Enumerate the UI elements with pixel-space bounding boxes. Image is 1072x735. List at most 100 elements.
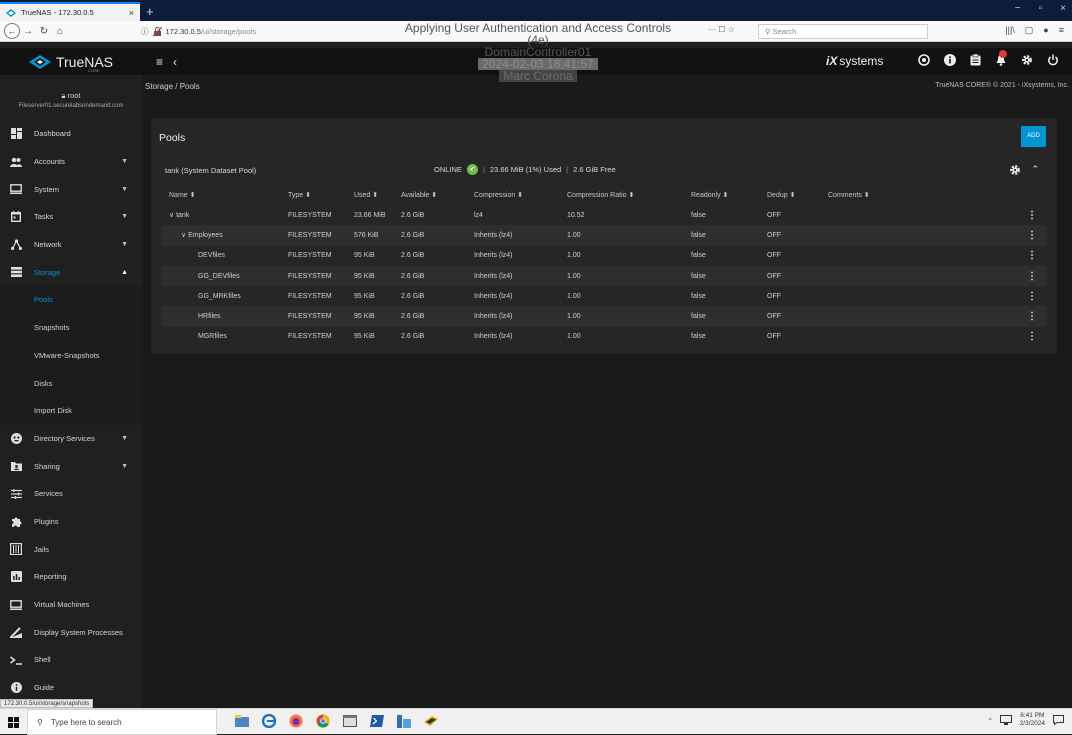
more-options-icon[interactable]: ⋮ bbox=[1027, 230, 1037, 241]
sidebar-item-display-system-processes[interactable]: Display System Processes bbox=[0, 618, 142, 646]
sidebar-subitem-import-disk[interactable]: Import Disk bbox=[0, 396, 142, 425]
sidebar-item-sharing[interactable]: Sharing ▼ bbox=[0, 452, 142, 480]
sidebar-item-label: Services bbox=[34, 489, 63, 499]
column-header-compression[interactable]: Compression ⬍ bbox=[474, 191, 567, 199]
more-options-icon[interactable]: ⋮ bbox=[1027, 271, 1037, 282]
browser-tab[interactable]: TrueNAS - 172.30.0.5 × bbox=[0, 2, 140, 21]
sidebar-item-reporting[interactable]: Reporting bbox=[0, 563, 142, 591]
truecommand-icon[interactable] bbox=[918, 54, 930, 66]
pool-settings-gear-icon[interactable] bbox=[1009, 164, 1021, 176]
info-icon[interactable]: ⓘ bbox=[141, 26, 149, 37]
close-tab-icon[interactable]: × bbox=[129, 8, 134, 18]
table-row[interactable]: GG_DEVfiles FILESYSTEM 95 KiB 2.6 GiB Inheri… bbox=[161, 265, 1047, 287]
collapse-sidebar-icon[interactable]: ‹ bbox=[173, 55, 177, 69]
more-options-icon[interactable]: ⋮ bbox=[1027, 311, 1037, 322]
column-header-type[interactable]: Type ⬍ bbox=[288, 191, 354, 199]
collapse-pool-chevron-up-icon[interactable]: ⌃ bbox=[1031, 164, 1039, 176]
dataset-dedup: OFF bbox=[767, 333, 781, 341]
menu-icon[interactable]: ≡ bbox=[156, 55, 163, 69]
settings-gear-icon[interactable] bbox=[1021, 54, 1033, 66]
lock-icon: 🔒︎ bbox=[61, 91, 66, 100]
sidebar-item-plugins[interactable]: Plugins bbox=[0, 508, 142, 536]
table-row[interactable]: ∨ tank FILESYSTEM 23.66 MiB 2.6 GiB lz4 10.52… bbox=[161, 205, 1047, 225]
sidebar-toggle-icon[interactable]: ▢ bbox=[1025, 25, 1034, 36]
network-tray-icon[interactable] bbox=[999, 715, 1012, 725]
extension-icon[interactable]: ● bbox=[1043, 25, 1048, 36]
more-options-icon[interactable]: ⋮ bbox=[1027, 250, 1037, 261]
more-options-icon[interactable]: ⋮ bbox=[1027, 210, 1037, 221]
more-options-icon[interactable]: ⋮ bbox=[1027, 291, 1037, 302]
column-header-dedup[interactable]: Dedup ⬍ bbox=[767, 191, 828, 199]
breadcrumb[interactable]: Storage / Pools bbox=[145, 82, 200, 91]
logo-subtext: CORE bbox=[88, 68, 100, 73]
forward-button[interactable]: → bbox=[20, 26, 36, 37]
sidebar-subitem-snapshots[interactable]: Snapshots bbox=[0, 313, 142, 342]
taskbar-clock[interactable]: 6:41 PM 2/3/2024 bbox=[1020, 712, 1045, 728]
column-header-compression-ratio[interactable]: Compression Ratio ⬍ bbox=[567, 191, 691, 199]
taskbar-search-input[interactable]: ⚲ Type here to search bbox=[27, 709, 217, 735]
sidebar-item-jails[interactable]: Jails bbox=[0, 535, 142, 563]
back-button[interactable]: ← bbox=[4, 23, 20, 39]
table-row[interactable]: GG_MRKfiles FILESYSTEM 95 KiB 2.6 GiB Inheri… bbox=[161, 286, 1047, 306]
ixsystems-logo[interactable]: iX systems bbox=[826, 54, 883, 68]
more-options-icon[interactable]: ⋮ bbox=[1027, 331, 1037, 342]
dataset-name: DEVfiles bbox=[198, 252, 225, 260]
notification-center-icon[interactable] bbox=[1053, 715, 1064, 725]
sidebar-item-accounts[interactable]: Accounts ▼ bbox=[0, 148, 142, 176]
column-header-name[interactable]: Name ⬍ bbox=[161, 191, 288, 199]
close-window-button[interactable]: × bbox=[1060, 3, 1066, 14]
browser-menu-icon[interactable]: ≡ bbox=[1059, 25, 1064, 36]
windows-start-button[interactable] bbox=[0, 709, 27, 735]
add-pool-button[interactable]: ADD bbox=[1021, 126, 1046, 147]
library-icon[interactable]: |||\ bbox=[1005, 25, 1015, 36]
file-explorer-icon[interactable] bbox=[234, 713, 249, 729]
home-button[interactable]: ⌂ bbox=[52, 26, 68, 37]
maximize-button[interactable]: ▫ bbox=[1039, 3, 1043, 14]
notifications-bell-icon[interactable] bbox=[995, 50, 1007, 66]
column-header-comments[interactable]: Comments ⬍ bbox=[828, 191, 948, 199]
firefox-icon[interactable] bbox=[288, 713, 303, 729]
sidebar-item-services[interactable]: Services bbox=[0, 480, 142, 508]
network-icon bbox=[10, 239, 22, 251]
sidebar-item-virtual-machines[interactable]: Virtual Machines bbox=[0, 591, 142, 619]
powershell-icon[interactable] bbox=[369, 713, 384, 729]
sidebar-subitem-pools[interactable]: Pools bbox=[0, 286, 142, 314]
sidebar-item-guide[interactable]: Guide bbox=[0, 674, 142, 702]
truenas-logo[interactable]: TrueNAS CORE bbox=[0, 48, 142, 75]
url-tools[interactable]: ··· ☐ ☆ bbox=[708, 25, 735, 34]
dataset-used: 95 KiB bbox=[354, 252, 375, 260]
truenas-favicon-icon bbox=[6, 8, 16, 17]
sidebar-subitem-disks[interactable]: Disks bbox=[0, 369, 142, 397]
table-row[interactable]: HRfiles FILESYSTEM 95 KiB 2.6 GiB Inherits (… bbox=[161, 306, 1047, 327]
sidebar-item-shell[interactable]: Shell bbox=[0, 646, 142, 674]
column-header-readonly[interactable]: Readonly ⬍ bbox=[691, 191, 767, 199]
info-icon[interactable] bbox=[944, 54, 956, 66]
table-row[interactable]: ∨ Employees FILESYSTEM 576 KiB 2.6 GiB Inher… bbox=[161, 225, 1047, 246]
insecure-lock-icon[interactable] bbox=[152, 27, 162, 36]
pool-name: tank (System Dataset Pool) bbox=[165, 166, 257, 175]
sidebar-item-storage[interactable]: Storage ▲ bbox=[0, 258, 142, 286]
terminal-icon[interactable] bbox=[342, 713, 357, 729]
sidebar-item-network[interactable]: Network ▼ bbox=[0, 231, 142, 259]
url-bar[interactable]: ⓘ 172.30.0.5/ui/storage/pools bbox=[141, 24, 686, 39]
edge-browser-icon[interactable] bbox=[261, 713, 276, 729]
power-icon[interactable] bbox=[1047, 54, 1059, 66]
task-manager-icon[interactable] bbox=[970, 54, 981, 66]
minimize-button[interactable]: − bbox=[1015, 3, 1021, 14]
server-manager-icon[interactable] bbox=[396, 713, 411, 729]
sidebar-subitem-vmware-snapshots[interactable]: VMware-Snapshots bbox=[0, 341, 142, 370]
network-tool-icon[interactable] bbox=[423, 713, 438, 729]
column-header-used[interactable]: Used ⬍ bbox=[354, 191, 401, 199]
tray-chevron-up-icon[interactable]: ^ bbox=[989, 717, 992, 724]
sidebar-item-directory-services[interactable]: Directory Services ▼ bbox=[0, 425, 142, 453]
sidebar-item-tasks[interactable]: Tasks ▼ bbox=[0, 203, 142, 231]
table-row[interactable]: DEVfiles FILESYSTEM 95 KiB 2.6 GiB Inherits … bbox=[161, 246, 1047, 266]
chrome-icon[interactable] bbox=[315, 713, 330, 729]
new-tab-button[interactable]: + bbox=[140, 2, 160, 21]
table-row[interactable]: MGRfiles FILESYSTEM 95 KiB 2.6 GiB Inherits … bbox=[161, 327, 1047, 347]
sidebar-item-system[interactable]: System ▼ bbox=[0, 175, 142, 203]
column-header-available[interactable]: Available ⬍ bbox=[401, 191, 474, 199]
reload-button[interactable]: ↻ bbox=[36, 26, 52, 37]
sidebar-item-dashboard[interactable]: Dashboard bbox=[0, 120, 142, 148]
browser-search-input[interactable]: ⚲ Search bbox=[758, 24, 928, 39]
